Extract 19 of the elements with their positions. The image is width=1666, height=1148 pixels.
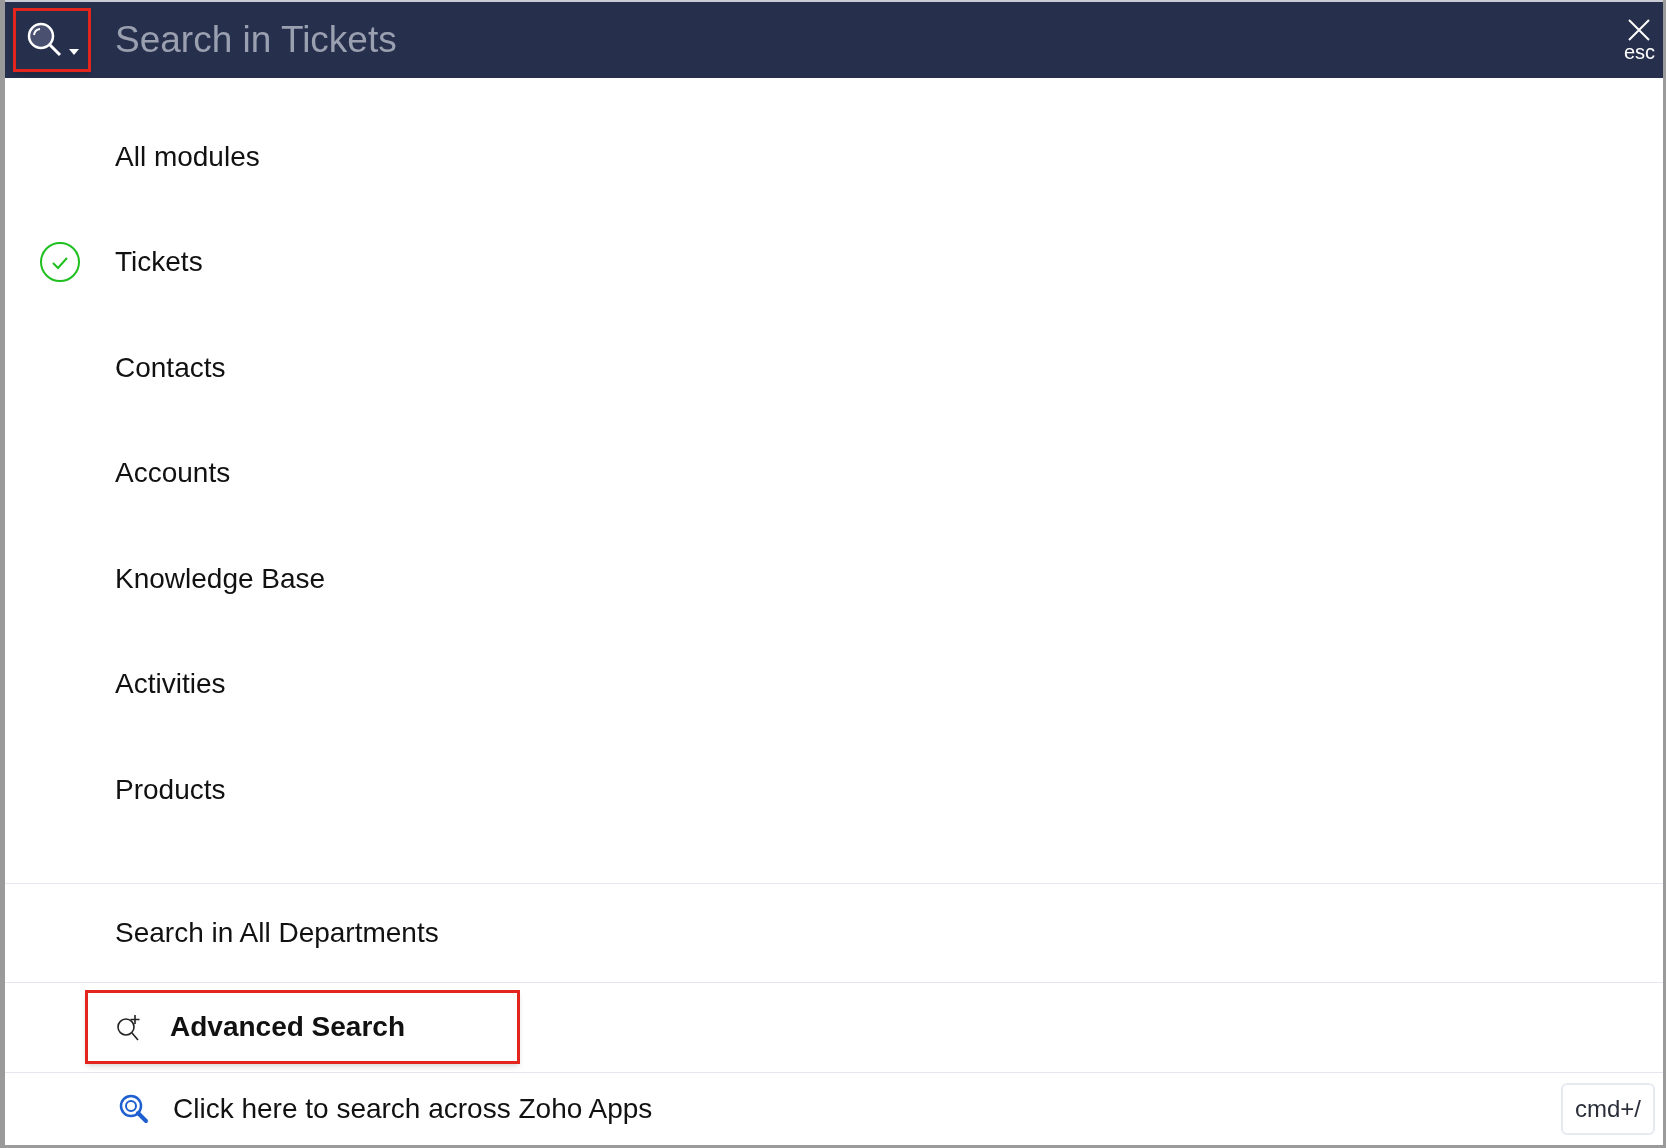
module-item[interactable]: All modules (5, 104, 1663, 210)
module-item[interactable]: Accounts (5, 420, 1663, 526)
search-scope-button[interactable] (13, 8, 91, 72)
module-item[interactable]: Tickets (5, 209, 1663, 315)
module-item[interactable]: Contacts (5, 315, 1663, 421)
module-item[interactable]: Knowledge Base (5, 526, 1663, 632)
module-item[interactable]: Activities (5, 631, 1663, 737)
close-icon (1627, 18, 1652, 42)
search-input[interactable]: Search in Tickets (115, 12, 1624, 68)
all-departments-item[interactable]: Search in All Departments (5, 883, 1663, 983)
module-item[interactable]: Products (5, 737, 1663, 843)
search-plus-icon (116, 1013, 142, 1041)
zoho-apps-search-link[interactable]: Click here to search across Zoho Apps (173, 1087, 653, 1130)
caret-icon (69, 49, 79, 55)
search-icon (118, 1092, 150, 1125)
keyboard-shortcut: cmd+/ (1560, 1082, 1655, 1135)
search-bar[interactable]: Search in Tickets esc (5, 0, 1663, 78)
close-button[interactable]: esc (1623, 18, 1655, 62)
advanced-search-button[interactable]: Advanced Search (85, 990, 520, 1064)
